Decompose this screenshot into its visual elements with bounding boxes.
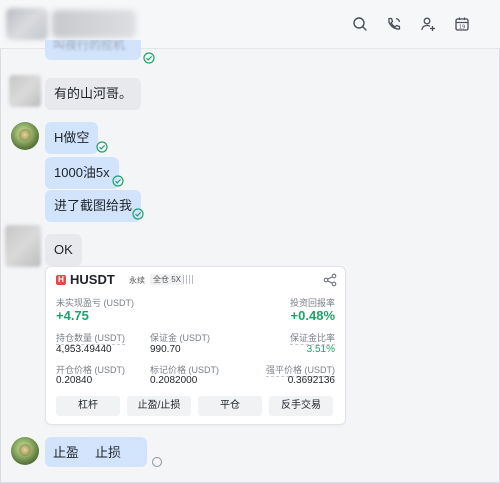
avatar[interactable] bbox=[9, 75, 41, 107]
avatar[interactable] bbox=[11, 122, 39, 150]
chat-title[interactable] bbox=[52, 10, 136, 38]
search-icon[interactable] bbox=[352, 16, 368, 32]
message-text-part1: 止盈 bbox=[53, 445, 80, 460]
position-size-value: 4,953.49440 bbox=[56, 344, 112, 355]
read-check-icon bbox=[143, 52, 155, 64]
svg-text:19: 19 bbox=[459, 24, 465, 30]
liq-price-value: 0.3692136 bbox=[287, 375, 335, 386]
message-text-part2: 止损 bbox=[95, 445, 122, 460]
avatar[interactable] bbox=[5, 225, 41, 267]
message-text: OK bbox=[54, 242, 73, 257]
message-text: 1000油5x bbox=[54, 165, 110, 180]
margin-ratio-value: 3.51% bbox=[306, 344, 335, 355]
card-symbol: HUSDT bbox=[70, 272, 115, 287]
margin-label: 保证金 (USDT) bbox=[150, 333, 210, 343]
entry-price-value: 0.20840 bbox=[56, 375, 93, 386]
leverage-button[interactable]: 杠杆 bbox=[56, 396, 120, 416]
chat-avatar[interactable] bbox=[6, 8, 48, 40]
message-bubble[interactable]: 有的山河哥。 bbox=[45, 78, 142, 110]
message-bubble[interactable]: H做空 bbox=[45, 122, 99, 154]
avatar[interactable] bbox=[11, 437, 39, 465]
message-bubble[interactable]: 进了截图给我 bbox=[45, 190, 142, 222]
tag-margin-mode: 全仓 5X bbox=[150, 274, 185, 285]
redaction-blur bbox=[121, 444, 143, 460]
mark-price-value: 0.2082000 bbox=[150, 375, 198, 386]
calendar-icon[interactable]: 19 bbox=[454, 16, 470, 32]
unrealized-pnl-value: +4.75 bbox=[56, 308, 89, 323]
message-text: H做空 bbox=[54, 130, 90, 145]
signal-bars-icon bbox=[183, 275, 193, 284]
message-text: 进了截图给我 bbox=[54, 198, 133, 213]
add-member-icon[interactable] bbox=[420, 16, 436, 32]
message-text: 有的山河哥。 bbox=[54, 86, 133, 101]
phone-icon[interactable] bbox=[386, 16, 402, 32]
coin-logo-icon: H bbox=[56, 275, 66, 285]
share-icon[interactable] bbox=[323, 273, 337, 287]
position-card[interactable]: H HUSDT 永续 全仓 5X 未实现盈亏 (USDT) +4.75 投资回报… bbox=[45, 266, 346, 425]
read-check-icon bbox=[96, 141, 108, 153]
margin-ratio-label: 保证金比率 bbox=[289, 333, 335, 345]
message-bubble-partial[interactable]: 叫夜行的挖机 bbox=[45, 40, 141, 60]
close-position-button[interactable]: 平仓 bbox=[198, 396, 262, 416]
tag-perpetual: 永续 bbox=[129, 276, 145, 285]
redaction-blur bbox=[78, 444, 94, 460]
message-bubble[interactable]: 止盈 止损 bbox=[45, 437, 147, 467]
margin-value: 990.70 bbox=[150, 344, 181, 355]
message-text: 叫夜行的挖机 bbox=[53, 40, 126, 52]
read-check-icon bbox=[112, 175, 124, 187]
sending-status-icon bbox=[152, 457, 162, 467]
read-check-icon bbox=[132, 208, 144, 220]
position-size-label: 持仓数量 (USDT) bbox=[56, 333, 125, 345]
message-bubble[interactable]: 1000油5x bbox=[45, 157, 119, 189]
tp-sl-button[interactable]: 止盈/止损 bbox=[127, 396, 191, 416]
roi-value: +0.48% bbox=[290, 308, 335, 323]
reverse-trade-button[interactable]: 反手交易 bbox=[269, 396, 333, 416]
message-bubble[interactable]: OK bbox=[45, 234, 82, 266]
header-actions: 19 bbox=[352, 16, 470, 32]
